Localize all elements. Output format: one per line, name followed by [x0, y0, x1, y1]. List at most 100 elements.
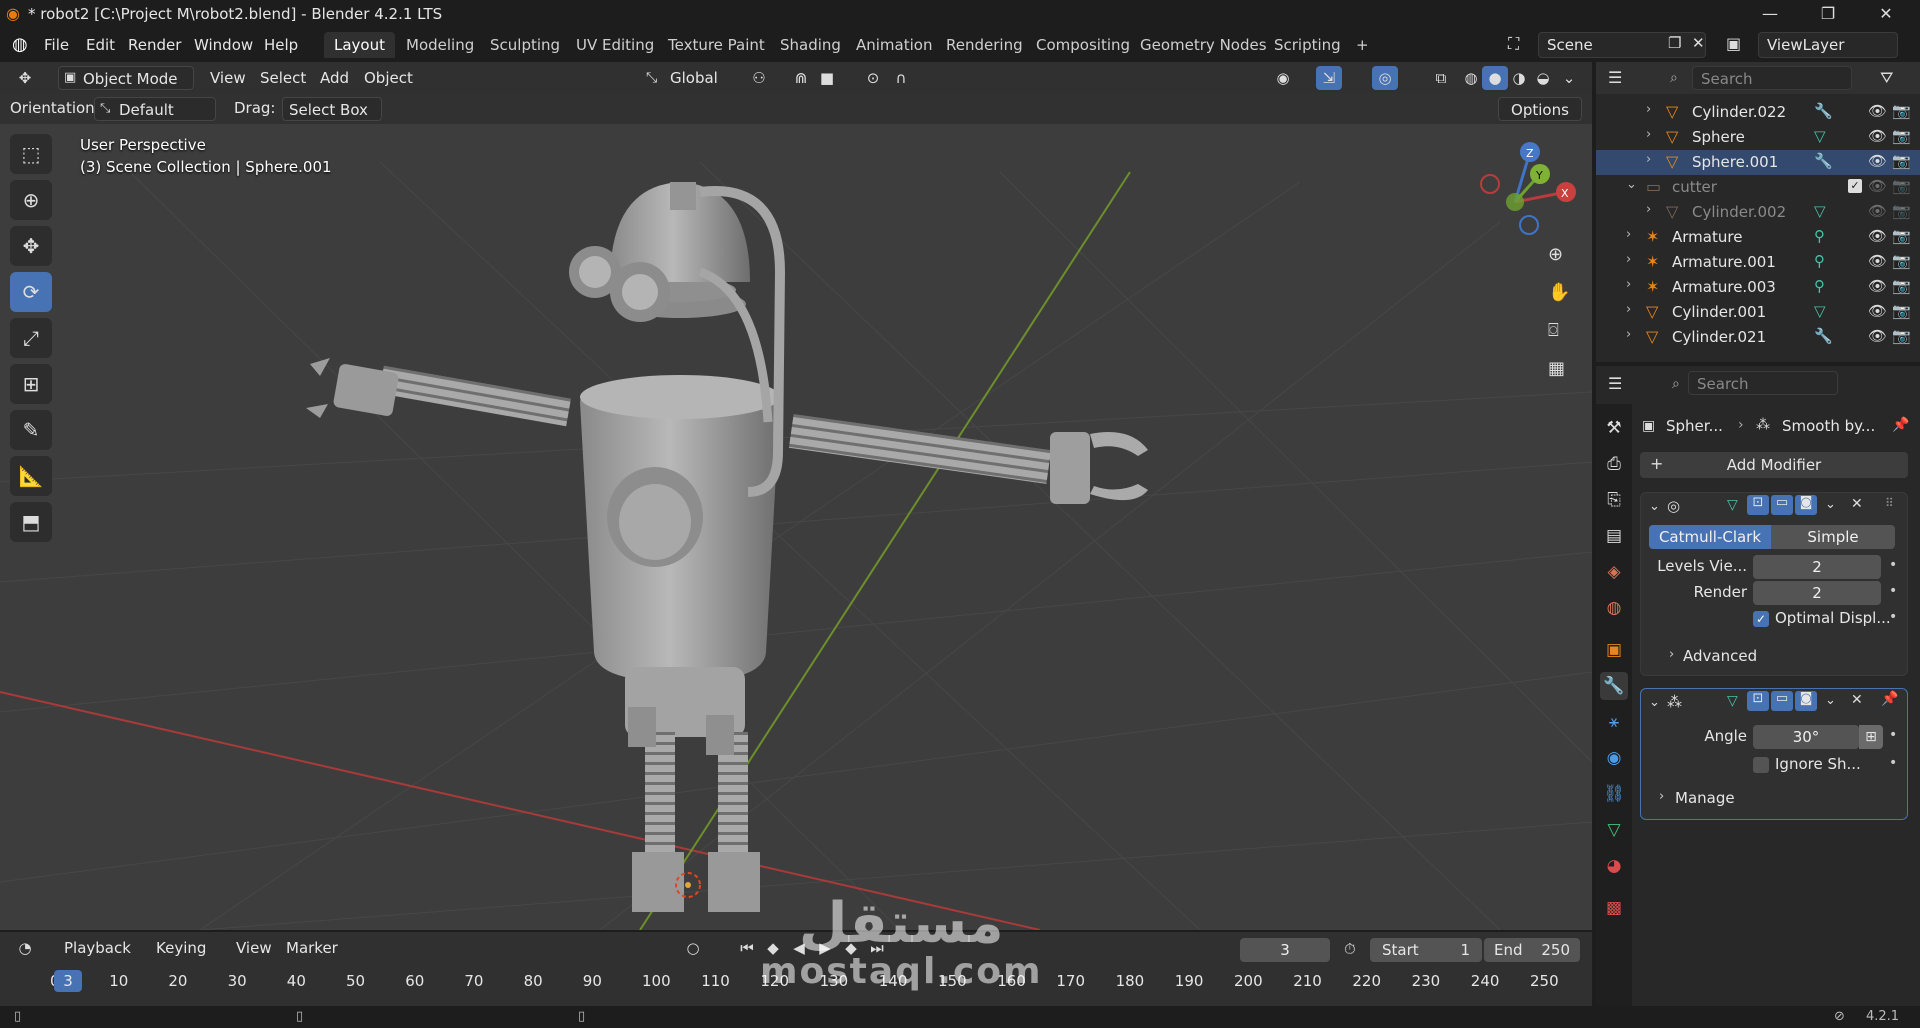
solid-shading-icon[interactable]: ● — [1482, 66, 1508, 90]
menu-window[interactable]: Window — [194, 36, 253, 54]
eye-icon[interactable]: 👁 — [1868, 202, 1887, 220]
scene-tab-icon[interactable]: ◈ — [1600, 558, 1628, 586]
modifier-menu-icon[interactable]: ⌄ — [1825, 497, 1836, 512]
menu-file[interactable]: File — [44, 36, 69, 54]
eye-icon[interactable]: 👁 — [1868, 277, 1887, 295]
eye-icon[interactable]: 👁 — [1868, 102, 1887, 120]
filter-icon[interactable]: ⛛ — [1880, 68, 1893, 88]
wrench-icon[interactable]: 🔧 — [1814, 327, 1833, 345]
expand-arrow-icon[interactable]: › — [1626, 227, 1631, 242]
camera-icon[interactable]: 📷 — [1892, 152, 1911, 170]
xray-icon[interactable]: ⧉ — [1428, 66, 1454, 90]
tab-shading[interactable]: Shading — [770, 32, 851, 58]
outliner-row[interactable]: ⌄ ▭ cutter ✓ 👁 📷 — [1596, 175, 1920, 200]
move-tool-icon[interactable]: ✥ — [10, 226, 52, 266]
orientation-dropdown[interactable]: Default — [94, 97, 216, 121]
material-shading-icon[interactable]: ◑ — [1506, 66, 1532, 90]
render-levels-field[interactable]: 2 — [1753, 581, 1881, 605]
playhead[interactable]: 3 — [54, 970, 82, 992]
annotate-tool-icon[interactable]: ✎ — [10, 410, 52, 450]
keyframe-dot-icon[interactable]: • — [1889, 755, 1897, 771]
modifier-tab-icon[interactable]: 🔧 — [1600, 672, 1628, 700]
physics-tab-icon[interactable]: ◉ — [1600, 744, 1628, 772]
object-tab-icon[interactable]: ▣ — [1600, 636, 1628, 664]
minimize-button[interactable]: — — [1742, 2, 1798, 26]
editor-type-icon[interactable]: ✥ — [12, 66, 38, 90]
pin-modifier-icon[interactable]: 📌 — [1881, 691, 1898, 707]
material-tab-icon[interactable]: ◕ — [1600, 852, 1628, 880]
menu-view[interactable]: View — [204, 66, 252, 90]
simple-button[interactable]: Simple — [1771, 525, 1895, 549]
view-layer-tab-icon[interactable]: ▤ — [1600, 522, 1628, 550]
outliner-row[interactable]: › ▽ Cylinder.001 ▽ 👁 📷 — [1596, 300, 1920, 325]
eye-icon[interactable]: 👁 — [1868, 177, 1887, 195]
outliner-row[interactable]: › ✶ Armature.003 ⚲ 👁 📷 — [1596, 275, 1920, 300]
outliner-row[interactable]: › ▽ Cylinder.022 🔧 👁 📷 — [1596, 100, 1920, 125]
rotate-tool-icon[interactable]: ⟳ — [10, 272, 52, 312]
drag-handle-icon[interactable]: ⠿ — [1885, 496, 1894, 510]
ignore-sharpness-checkbox[interactable] — [1753, 757, 1769, 773]
menu-select[interactable]: Select — [254, 66, 312, 90]
modifier-menu-icon[interactable]: ⌄ — [1825, 693, 1836, 708]
keyframe-dot-icon[interactable]: • — [1889, 609, 1897, 625]
wireframe-shading-icon[interactable]: ◍ — [1458, 66, 1484, 90]
zoom-icon[interactable]: ⊕ — [1548, 244, 1563, 265]
tab-compositing[interactable]: Compositing — [1026, 32, 1140, 58]
falloff-icon[interactable]: ∩ — [888, 66, 914, 90]
outliner-row[interactable]: › ▽ Sphere ▽ 👁 📷 — [1596, 125, 1920, 150]
drag-dropdown[interactable]: Select Box — [282, 97, 382, 121]
camera-icon[interactable]: 📷 — [1892, 327, 1911, 345]
manage-subpanel[interactable]: Manage — [1675, 789, 1735, 807]
mesh-icon[interactable]: ▽ — [1814, 202, 1826, 220]
visibility-icon[interactable]: ◉ — [1270, 66, 1296, 90]
add-modifier-button[interactable]: + Add Modifier — [1640, 452, 1908, 478]
mesh-icon[interactable]: ▽ — [1814, 302, 1826, 320]
camera-icon[interactable]: 📷 — [1892, 302, 1911, 320]
tab-modeling[interactable]: Modeling — [396, 32, 484, 58]
expand-arrow-icon[interactable]: › — [1646, 202, 1651, 217]
cursor-tool-icon[interactable]: ⊕ — [10, 180, 52, 220]
collapse-chevron-icon[interactable]: ⌄ — [1649, 695, 1660, 710]
manage-chevron-icon[interactable]: › — [1659, 789, 1664, 804]
menu-object[interactable]: Object — [358, 66, 419, 90]
proportional-edit-icon[interactable]: ⊙ — [860, 66, 886, 90]
wrench-icon[interactable]: 🔧 — [1814, 152, 1833, 170]
scene-icon[interactable]: ⛶ — [1508, 34, 1519, 54]
outliner-row[interactable]: › ▽ Sphere.001 🔧 👁 📷 — [1596, 150, 1920, 175]
catmull-clark-button[interactable]: Catmull-Clark — [1649, 525, 1771, 549]
overlay-toggle-icon[interactable]: ◎ — [1372, 66, 1398, 90]
maximize-button[interactable]: ❐ — [1800, 2, 1856, 26]
transform-tool-icon[interactable]: ⊞ — [10, 364, 52, 404]
expand-arrow-icon[interactable]: › — [1626, 277, 1631, 292]
properties-editor-icon[interactable]: ☰ — [1608, 374, 1622, 393]
snap-icon[interactable]: ⋒ — [788, 66, 814, 90]
object-mode-dropdown[interactable]: Object Mode — [58, 66, 194, 90]
eye-icon[interactable]: 👁 — [1868, 327, 1887, 345]
expand-arrow-icon[interactable]: › — [1626, 252, 1631, 267]
expand-arrow-icon[interactable]: › — [1646, 127, 1651, 142]
select-box-tool-icon[interactable]: ⬚ — [10, 134, 52, 174]
rendered-shading-icon[interactable]: ◒ — [1530, 66, 1556, 90]
angle-field[interactable]: 30° — [1753, 725, 1859, 749]
tab-geometry-nodes[interactable]: Geometry Nodes — [1130, 32, 1277, 58]
camera-icon[interactable]: 📷 — [1892, 102, 1911, 120]
menu-render[interactable]: Render — [128, 36, 181, 54]
viewport-toggle-icon[interactable]: ▭ — [1771, 495, 1793, 515]
options-dropdown[interactable]: Options — [1498, 97, 1582, 121]
tab-sculpting[interactable]: Sculpting — [480, 32, 570, 58]
eye-icon[interactable]: 👁 — [1868, 227, 1887, 245]
camera-icon[interactable]: 📷 — [1892, 277, 1911, 295]
render-toggle-icon[interactable]: ◙ — [1795, 691, 1817, 711]
add-cube-tool-icon[interactable]: ⬒ — [10, 502, 52, 542]
expand-arrow-icon[interactable]: › — [1646, 102, 1651, 117]
menu-add[interactable]: Add — [314, 66, 355, 90]
expand-arrow-icon[interactable]: › — [1646, 152, 1651, 167]
outliner-row[interactable]: › ▽ Cylinder.021 🔧 👁 📷 — [1596, 325, 1920, 350]
viewport-toggle-icon[interactable]: ▭ — [1771, 691, 1793, 711]
blender-menu-icon[interactable]: ◍ — [12, 34, 28, 55]
tool-tab-icon[interactable]: ⚒ — [1600, 414, 1628, 442]
camera-icon[interactable]: 📷 — [1892, 127, 1911, 145]
cage-toggle-icon[interactable]: ⊡ — [1747, 691, 1769, 711]
delete-scene-icon[interactable]: ✕ — [1692, 34, 1705, 52]
particles-tab-icon[interactable]: ⚹ — [1600, 708, 1628, 736]
